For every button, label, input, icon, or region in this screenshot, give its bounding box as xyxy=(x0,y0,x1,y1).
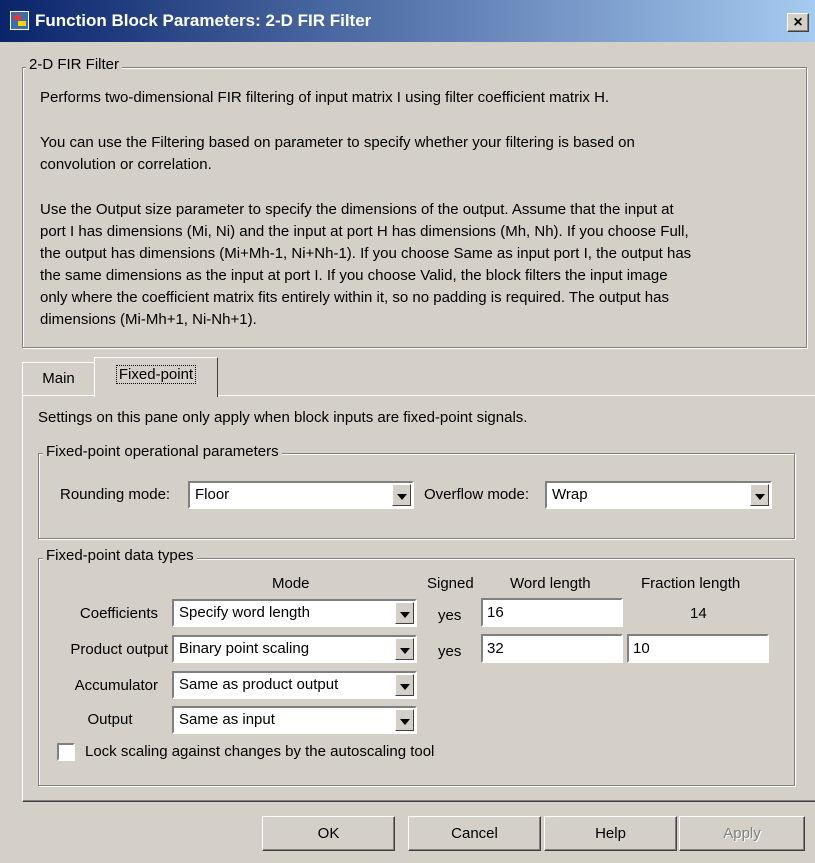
description-line: convolution or correlation. xyxy=(40,156,212,173)
description-line: Performs two-dimensional FIR filtering o… xyxy=(40,89,610,106)
pane-note: Settings on this pane only apply when bl… xyxy=(38,409,528,426)
overflow-mode-value: Wrap xyxy=(552,486,588,503)
product-output-mode-value: Binary point scaling xyxy=(179,640,310,657)
description-line: You can use the Filtering based on param… xyxy=(40,134,635,151)
coefficients-signed: yes xyxy=(438,607,462,624)
title-bar[interactable]: Function Block Parameters: 2-D FIR Filte… xyxy=(0,0,815,42)
word-length-column-header: Word length xyxy=(510,575,591,592)
rounding-mode-value: Floor xyxy=(195,486,230,503)
output-mode-value: Same as input xyxy=(179,711,275,728)
ok-button[interactable]: OK xyxy=(262,816,395,851)
product-output-word-length-input[interactable]: 32 xyxy=(481,634,623,663)
description-line: Use the Output size parameter to specify… xyxy=(40,201,674,218)
close-button[interactable]: × xyxy=(787,13,809,32)
chevron-down-icon[interactable] xyxy=(395,674,414,696)
operational-parameters-label: Fixed-point operational parameters xyxy=(43,443,282,460)
coefficients-mode-value: Specify word length xyxy=(179,604,310,621)
chevron-down-icon[interactable] xyxy=(395,709,414,731)
description-line: dimensions (Mi-Mh+1, Ni-Nh+1). xyxy=(40,311,257,328)
coefficients-mode-select[interactable]: Specify word length xyxy=(172,599,417,627)
overflow-mode-select[interactable]: Wrap xyxy=(545,481,772,509)
accumulator-label: Accumulator xyxy=(74,677,158,694)
overflow-mode-label: Overflow mode: xyxy=(424,486,530,503)
cancel-button[interactable]: Cancel xyxy=(408,816,541,851)
description-line: only where the coefficient matrix fits e… xyxy=(40,289,669,306)
tab-main[interactable]: Main xyxy=(22,362,95,395)
mode-column-header: Mode xyxy=(272,575,310,592)
description-line: port I has dimensions (Mi, Ni) and the i… xyxy=(40,223,689,240)
lock-scaling-checkbox[interactable] xyxy=(57,743,75,761)
description-line: the same dimensions as the input at port… xyxy=(40,267,668,284)
coefficients-fraction-length: 14 xyxy=(690,605,707,622)
rounding-mode-label: Rounding mode: xyxy=(60,486,171,503)
tab-main-label: Main xyxy=(42,370,75,387)
coefficients-label: Coefficients xyxy=(79,605,158,622)
product-output-signed: yes xyxy=(438,643,462,660)
product-output-fraction-length-input[interactable]: 10 xyxy=(627,634,769,663)
window-title: Function Block Parameters: 2-D FIR Filte… xyxy=(35,11,372,30)
lock-scaling-label[interactable]: Lock scaling against changes by the auto… xyxy=(85,742,434,762)
signed-column-header: Signed xyxy=(427,575,474,592)
accumulator-mode-select[interactable]: Same as product output xyxy=(172,671,417,699)
tab-fixed-point-label: Fixed-point xyxy=(115,365,197,384)
accumulator-mode-value: Same as product output xyxy=(179,676,339,693)
product-output-label: Product output xyxy=(70,641,168,658)
chevron-down-icon[interactable] xyxy=(392,484,411,506)
simulink-block-icon xyxy=(10,11,29,30)
chevron-down-icon[interactable] xyxy=(395,602,414,624)
data-types-label: Fixed-point data types xyxy=(43,547,197,564)
output-label: Output xyxy=(87,711,133,728)
description-group-label: 2-D FIR Filter xyxy=(26,56,122,73)
product-output-mode-select[interactable]: Binary point scaling xyxy=(172,635,417,663)
dialog-window: Function Block Parameters: 2-D FIR Filte… xyxy=(0,0,815,863)
help-button[interactable]: Help xyxy=(544,816,677,851)
chevron-down-icon[interactable] xyxy=(395,638,414,660)
tab-fixed-point[interactable]: Fixed-point xyxy=(94,357,218,397)
coefficients-word-length-input[interactable]: 16 xyxy=(481,598,623,627)
chevron-down-icon[interactable] xyxy=(750,484,769,506)
description-line: the output has dimensions (Mi+Mh-1, Ni+N… xyxy=(40,245,692,262)
apply-button[interactable]: Apply xyxy=(679,816,805,851)
output-mode-select[interactable]: Same as input xyxy=(172,706,417,734)
fraction-length-column-header: Fraction length xyxy=(641,575,741,592)
rounding-mode-select[interactable]: Floor xyxy=(188,481,414,509)
